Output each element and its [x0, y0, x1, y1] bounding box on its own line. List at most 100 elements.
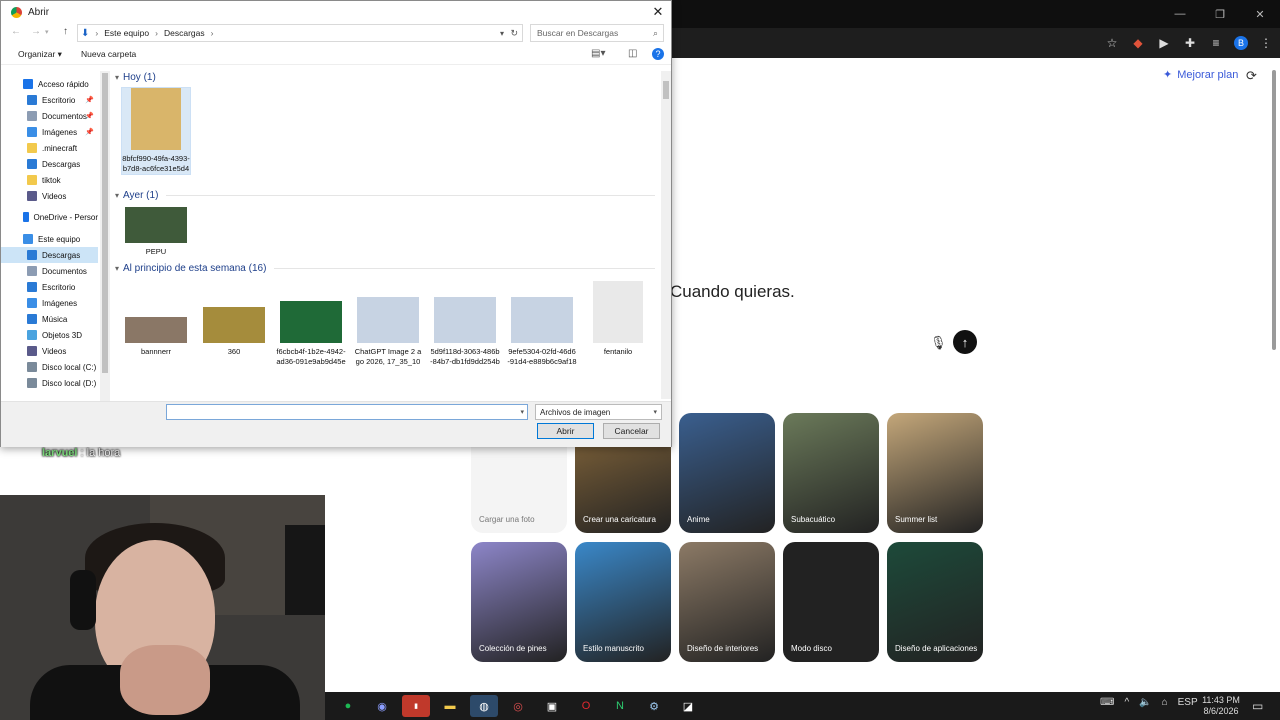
style-card[interactable]: Anime: [679, 413, 775, 533]
file-name: 9efe5304-02fd-46d6-91d4-e889b6c9af18: [507, 347, 577, 366]
extension-icon[interactable]: ◆: [1130, 35, 1146, 51]
notification-icon[interactable]: ▭: [1252, 699, 1263, 713]
nav-item[interactable]: Objetos 3D: [1, 327, 98, 343]
nav-item[interactable]: Escritorio 📌: [1, 92, 98, 108]
style-card[interactable]: Diseño de interiores: [679, 542, 775, 662]
nav-item[interactable]: tiktok: [1, 172, 98, 188]
nav-item[interactable]: .minecraft: [1, 140, 98, 156]
nav-item[interactable]: Descargas: [1, 156, 98, 172]
group-header[interactable]: ▾ Al principio de esta semana (16): [115, 263, 655, 274]
send-button[interactable]: ↑: [953, 330, 977, 354]
file-item[interactable]: 360: [199, 307, 269, 357]
page-scrollbar[interactable]: [1270, 70, 1278, 690]
menu-icon[interactable]: ⋮: [1258, 35, 1274, 51]
open-button[interactable]: Abrir: [537, 423, 594, 439]
bookmark-star-icon[interactable]: ☆: [1104, 35, 1120, 51]
language-indicator[interactable]: ESP: [1178, 697, 1198, 708]
nav-item[interactable]: Acceso rápido: [1, 76, 98, 92]
chrome-icon[interactable]: ◍: [470, 695, 498, 717]
search-input[interactable]: Buscar en Descargas ⌕: [530, 24, 664, 42]
file-list-scrollbar[interactable]: [661, 71, 671, 399]
opera-icon[interactable]: O: [572, 695, 600, 717]
file-item[interactable]: fentanilo: [583, 281, 653, 357]
up-arrow-icon[interactable]: ↑: [63, 26, 68, 37]
app-icon[interactable]: N: [606, 695, 634, 717]
nav-item[interactable]: Descargas: [1, 247, 98, 263]
breadcrumb-item[interactable]: Este equipo: [104, 28, 149, 38]
network-icon[interactable]: ⌂: [1162, 697, 1168, 708]
puzzle-icon[interactable]: ✚: [1182, 35, 1198, 51]
app-icon[interactable]: ◎: [504, 695, 532, 717]
app-icon[interactable]: ▮: [402, 695, 430, 717]
address-bar[interactable]: ⬇ › Este equipo › Descargas › ▾ ↻: [77, 24, 523, 42]
volume-icon[interactable]: 🔈: [1139, 697, 1151, 708]
extension-icon[interactable]: ▶: [1156, 35, 1172, 51]
cancel-button[interactable]: Cancelar: [603, 423, 660, 439]
nav-item[interactable]: Música: [1, 311, 98, 327]
group-header[interactable]: ▾ Hoy (1): [115, 72, 655, 83]
nav-item[interactable]: Imágenes 📌: [1, 124, 98, 140]
file-explorer-icon[interactable]: ▬: [436, 695, 464, 717]
help-icon[interactable]: ?: [652, 48, 664, 60]
nav-item[interactable]: Videos: [1, 188, 98, 204]
style-card[interactable]: Summer list: [887, 413, 983, 533]
refresh-icon[interactable]: ↻: [510, 28, 518, 39]
spotify-icon[interactable]: ●: [334, 695, 362, 717]
tray-chevron-icon[interactable]: ^: [1124, 697, 1129, 708]
nav-item[interactable]: Disco local (D:): [1, 375, 98, 391]
file-item[interactable]: 8bfcf990-49fa-4393-b7d8-ac6fce31e5d4: [121, 87, 191, 175]
image-icon: [27, 298, 37, 308]
system-clock[interactable]: 11:43 PM 8/6/2026: [1198, 695, 1244, 717]
group-header[interactable]: ▾ Ayer (1): [115, 190, 655, 201]
style-card[interactable]: Diseño de aplicaciones: [887, 542, 983, 662]
upgrade-plan-link[interactable]: ✦ Mejorar plan: [1163, 68, 1238, 82]
app-icon[interactable]: ◪: [674, 695, 702, 717]
style-card[interactable]: Modo disco: [783, 542, 879, 662]
style-card[interactable]: Colección de pines: [471, 542, 567, 662]
file-item[interactable]: bannnerr: [121, 317, 191, 357]
nav-item[interactable]: Escritorio: [1, 279, 98, 295]
forward-arrow-icon[interactable]: →: [31, 26, 41, 37]
refresh-icon[interactable]: ⟳: [1246, 68, 1257, 84]
new-folder-button[interactable]: Nueva carpeta: [81, 49, 136, 59]
profile-avatar[interactable]: B: [1234, 36, 1248, 50]
back-arrow-icon[interactable]: ←: [11, 26, 21, 37]
close-icon[interactable]: ✕: [651, 4, 665, 20]
media-icon[interactable]: ≡: [1208, 35, 1224, 51]
file-item[interactable]: 5d9f118d-3063-486b-84b7-db1fd9dd254b: [430, 297, 500, 367]
file-thumbnail: [434, 297, 496, 343]
nav-item[interactable]: Imágenes: [1, 295, 98, 311]
nav-item[interactable]: OneDrive - Persor: [1, 209, 98, 225]
discord-icon[interactable]: ◉: [368, 695, 396, 717]
nav-item[interactable]: Disco local (C:): [1, 359, 98, 375]
filename-input[interactable]: ▾: [166, 404, 528, 420]
style-card-label: Summer list: [895, 515, 938, 524]
file-item[interactable]: f6cbcb4f-1b2e-4942-ad36-091e9ab9d45e: [276, 301, 346, 367]
keyboard-icon[interactable]: ⌨: [1100, 697, 1114, 708]
preview-pane-icon[interactable]: ◫: [628, 48, 637, 59]
nav-item-label: .minecraft: [42, 143, 78, 153]
recent-chevron-icon[interactable]: ▾: [45, 28, 49, 36]
navigation-scrollbar[interactable]: [100, 71, 110, 401]
file-item[interactable]: PEPU: [121, 207, 191, 257]
nav-item[interactable]: Documentos 📌: [1, 108, 98, 124]
organize-menu[interactable]: Organizar ▾: [18, 49, 62, 60]
style-card[interactable]: Estilo manuscrito: [575, 542, 671, 662]
filetype-select[interactable]: Archivos de imagen ▾: [535, 404, 662, 420]
maximize-icon[interactable]: ❐: [1200, 0, 1240, 28]
file-item[interactable]: ChatGPT Image 2 ago 2026, 17_35_10: [353, 297, 423, 367]
minimize-icon[interactable]: —: [1160, 0, 1200, 28]
breadcrumb-item[interactable]: Descargas: [164, 28, 205, 38]
app-icon[interactable]: ▣: [538, 695, 566, 717]
nav-item[interactable]: Este equipo: [1, 231, 98, 247]
nav-item[interactable]: Videos: [1, 343, 98, 359]
chevron-down-icon[interactable]: ▾: [520, 408, 524, 416]
view-icon[interactable]: ▤▾: [591, 48, 605, 59]
nav-item[interactable]: Documentos: [1, 263, 98, 279]
close-window-icon[interactable]: ✕: [1240, 0, 1280, 28]
microphone-icon[interactable]: 🎙: [930, 335, 947, 351]
style-card[interactable]: Subacuático: [783, 413, 879, 533]
steam-icon[interactable]: ⚙: [640, 695, 668, 717]
chevron-down-icon[interactable]: ▾: [500, 29, 504, 38]
file-item[interactable]: 9efe5304-02fd-46d6-91d4-e889b6c9af18: [507, 297, 577, 367]
